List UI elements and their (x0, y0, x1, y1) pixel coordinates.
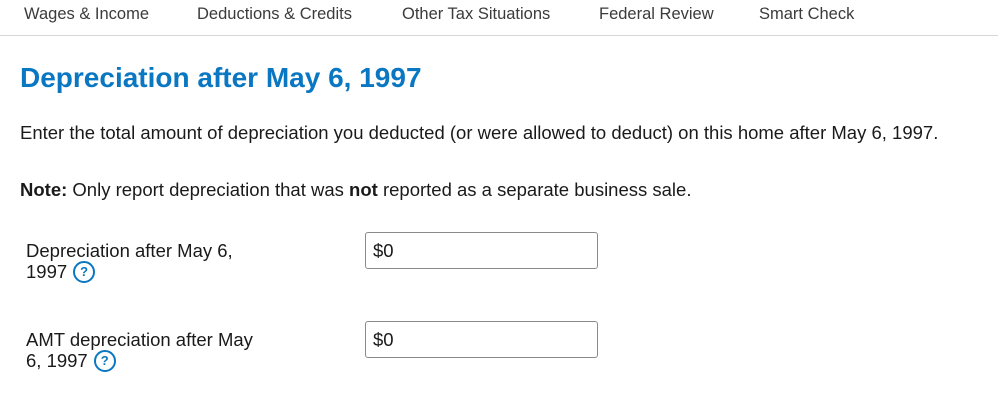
depreciation-field-label: Depreciation after May 6, 1997? (26, 240, 256, 284)
page-title: Depreciation after May 6, 1997 (20, 62, 422, 93)
nav-tab-other-tax-situations[interactable]: Other Tax Situations (402, 5, 550, 24)
instructions-text: Enter the total amount of depreciation y… (20, 122, 939, 143)
question-circle-icon[interactable]: ? (93, 350, 116, 373)
note-text: Note: Only report depreciation that was … (20, 179, 691, 200)
depreciation-field-label-text: Depreciation after May 6, 1997 (26, 240, 233, 282)
nav-tab-wages-income[interactable]: Wages & Income (24, 5, 149, 24)
amt-depreciation-amount-input[interactable] (365, 321, 598, 358)
depreciation-amount-input[interactable] (365, 232, 598, 269)
nav-tab-deductions-credits[interactable]: Deductions & Credits (197, 5, 352, 24)
nav-tab-smart-check[interactable]: Smart Check (759, 5, 854, 24)
top-navigation: Wages & Income Deductions & Credits Othe… (0, 0, 998, 36)
amt-depreciation-field-label-text: AMT depreciation after May 6, 1997 (26, 329, 253, 371)
note-emphasis: not (349, 179, 378, 200)
note-label: Note: (20, 179, 68, 200)
nav-tab-federal-review[interactable]: Federal Review (599, 5, 714, 24)
note-text-after: reported as a separate business sale. (377, 179, 692, 200)
note-text-before: Only report depreciation that was (67, 179, 350, 200)
question-circle-icon[interactable]: ? (73, 261, 96, 284)
amt-depreciation-field-label: AMT depreciation after May 6, 1997? (26, 329, 256, 373)
